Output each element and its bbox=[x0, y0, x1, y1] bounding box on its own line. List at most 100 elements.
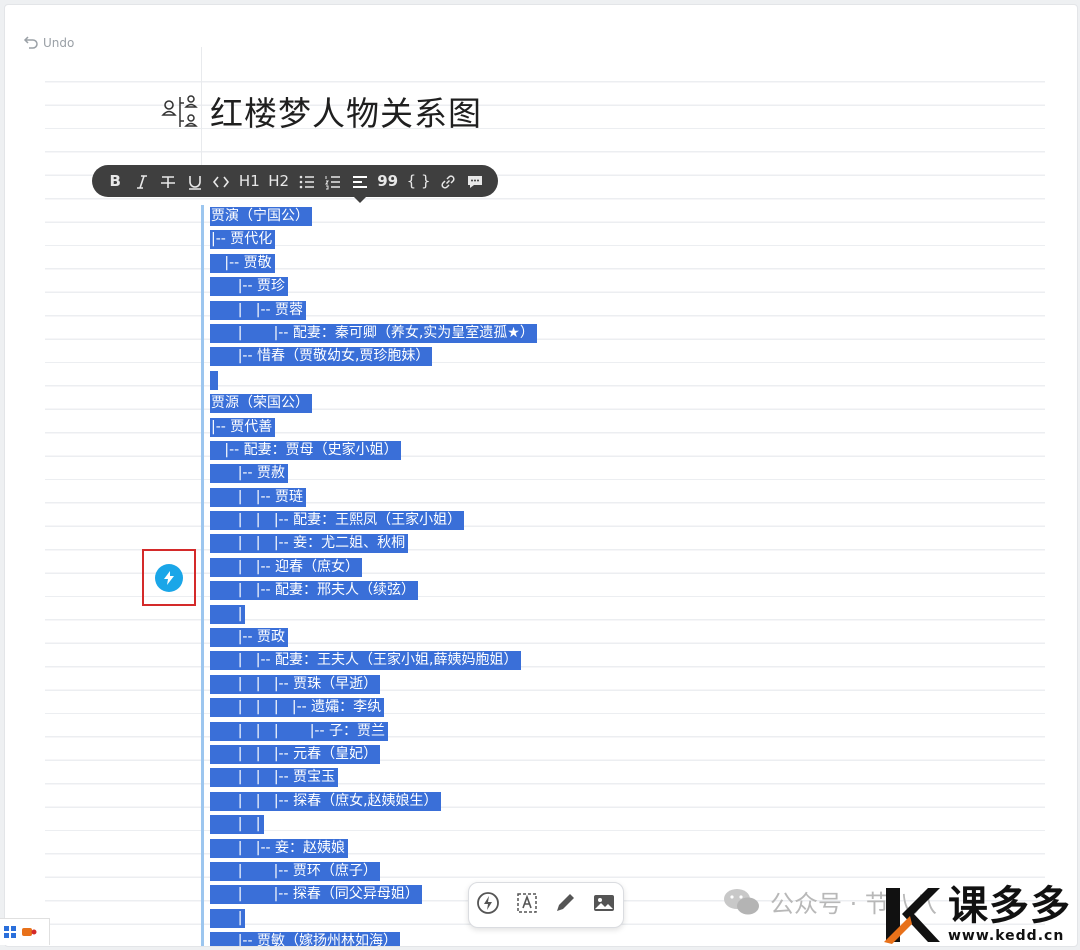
code-block-button[interactable]: { } bbox=[407, 165, 431, 197]
inline-code-button[interactable] bbox=[212, 165, 230, 197]
ai-action-button[interactable] bbox=[155, 563, 183, 592]
code-line[interactable]: |-- 贾代化 bbox=[210, 228, 537, 251]
align-button[interactable] bbox=[351, 165, 369, 197]
code-line[interactable]: | |-- 配妻：邢夫人（续弦） bbox=[210, 579, 537, 602]
code-line-text: | | bbox=[210, 815, 264, 835]
heading1-button[interactable]: H1 bbox=[239, 165, 260, 197]
logo-text: 课多多 www.kedd.cn bbox=[948, 884, 1071, 944]
insert-image-button[interactable] bbox=[592, 891, 616, 919]
code-line-text: | |-- 迎春（庶女） bbox=[210, 557, 363, 577]
italic-icon bbox=[136, 174, 147, 189]
app-launcher-icon[interactable] bbox=[21, 925, 37, 939]
logo-url: www.kedd.cn bbox=[948, 928, 1065, 944]
brand-logo: 课多多 www.kedd.cn bbox=[882, 884, 1080, 946]
underline-icon bbox=[188, 175, 201, 190]
bullet-list-icon bbox=[299, 175, 314, 188]
align-left-icon bbox=[352, 175, 367, 188]
code-line[interactable]: |-- 惜春（贾敬幼女,贾珍胞妹） bbox=[210, 345, 537, 368]
bold-button[interactable]: B bbox=[106, 165, 124, 197]
code-line-text: |-- 贾赦 bbox=[210, 464, 288, 484]
code-line[interactable]: |-- 贾敏（嫁扬州林如海） bbox=[210, 930, 537, 946]
code-line-text: | | |-- 贾宝玉 bbox=[210, 768, 339, 788]
numbered-list-icon bbox=[325, 175, 341, 189]
code-line[interactable]: |-- 贾政 bbox=[210, 626, 537, 649]
text-box-icon bbox=[517, 893, 537, 913]
code-line[interactable]: |-- 贾代善 bbox=[210, 416, 537, 439]
code-line-text: |-- 配妻：贾母（史家小姐） bbox=[210, 440, 401, 460]
code-icon bbox=[213, 176, 230, 187]
code-line[interactable]: | | bbox=[210, 813, 537, 836]
format-toolbar: B H1 H2 99 { } bbox=[92, 165, 498, 203]
code-line[interactable]: | | |-- 元春（皇妃） bbox=[210, 743, 537, 766]
lightning-circle-icon bbox=[477, 892, 500, 914]
code-line[interactable]: | |-- 贾蓉 bbox=[210, 299, 537, 322]
code-line-text: |-- 贾代化 bbox=[210, 230, 276, 250]
code-line[interactable]: | |-- 妾：赵姨娘 bbox=[210, 837, 537, 860]
code-line[interactable]: | | | |-- 遗孀：李纨 bbox=[210, 696, 537, 719]
code-line[interactable]: 贾源（荣国公） bbox=[210, 392, 537, 415]
code-line[interactable]: | | | |-- 子：贾兰 bbox=[210, 720, 537, 743]
undo-label: Undo bbox=[43, 36, 75, 50]
code-line[interactable]: |-- 配妻：贾母（史家小姐） bbox=[210, 439, 537, 462]
code-line[interactable]: | |-- 贾环（庶子） bbox=[210, 860, 537, 883]
code-line-text: |-- 惜春（贾敬幼女,贾珍胞妹） bbox=[210, 347, 433, 367]
undo-button[interactable]: Undo bbox=[23, 33, 74, 53]
code-line[interactable]: | |-- 贾琏 bbox=[210, 486, 537, 509]
numbered-list-button[interactable] bbox=[324, 165, 342, 197]
code-line-text: |-- 贾敬 bbox=[210, 253, 275, 273]
code-line[interactable]: | bbox=[210, 603, 537, 626]
code-line[interactable]: |-- 贾珍 bbox=[210, 275, 537, 298]
code-line-text: | |-- 妾：赵姨娘 bbox=[210, 838, 349, 858]
underline-button[interactable] bbox=[186, 165, 204, 197]
code-line-text: |-- 贾政 bbox=[210, 628, 288, 648]
page-header: 红楼梦人物关系图 bbox=[160, 89, 482, 133]
strikethrough-button[interactable] bbox=[159, 165, 177, 197]
code-block[interactable]: 贾演（宁国公） |-- 贾代化 |-- 贾敬 |-- 贾珍 | |-- 贾蓉 | … bbox=[210, 205, 537, 946]
org-chart-icon[interactable] bbox=[160, 91, 200, 131]
comment-button[interactable] bbox=[466, 165, 484, 197]
bullet-list-button[interactable] bbox=[298, 165, 316, 197]
ai-insert-button[interactable] bbox=[476, 891, 500, 919]
logo-name: 课多多 bbox=[948, 883, 1071, 929]
code-line[interactable]: | |-- 配妻：秦可卿（养女,实为皇室遗孤★） bbox=[210, 322, 537, 345]
heading2-button[interactable]: H2 bbox=[268, 165, 289, 197]
code-line[interactable]: | | |-- 探春（庶女,赵姨娘生） bbox=[210, 790, 537, 813]
code-line[interactable]: |-- 贾赦 bbox=[210, 462, 537, 485]
code-line[interactable]: | | |-- 贾珠（早逝） bbox=[210, 673, 537, 696]
code-line[interactable]: | | |-- 妾：尤二姐、秋桐 bbox=[210, 532, 537, 555]
page-title[interactable]: 红楼梦人物关系图 bbox=[210, 87, 482, 135]
comment-icon bbox=[467, 175, 482, 188]
link-icon bbox=[441, 174, 455, 189]
quote-button[interactable]: 99 bbox=[377, 165, 398, 197]
code-line[interactable] bbox=[210, 369, 537, 392]
draw-button[interactable] bbox=[553, 891, 577, 919]
link-button[interactable] bbox=[439, 165, 457, 197]
code-line-text: | | |-- 元春（皇妃） bbox=[210, 744, 381, 764]
code-line-text: | | |-- 妾：尤二姐、秋桐 bbox=[210, 534, 409, 554]
editor-window: Undo 红楼梦人物关系图 B H1 H2 99 { } 贾演（宁国公） |--… bbox=[4, 4, 1078, 947]
code-line-text: |-- 贾代善 bbox=[210, 417, 276, 437]
pen-icon bbox=[557, 894, 575, 911]
strikethrough-icon bbox=[161, 175, 176, 188]
code-block-bar bbox=[201, 205, 204, 946]
code-line[interactable]: | |-- 配妻：王夫人（王家小姐,薛姨妈胞姐） bbox=[210, 649, 537, 672]
taskbar-corner bbox=[0, 918, 50, 945]
code-line[interactable]: |-- 贾敬 bbox=[210, 252, 537, 275]
code-line-text: | |-- 配妻：王夫人（王家小姐,薛姨妈胞姐） bbox=[210, 651, 521, 671]
app-grid-icon[interactable] bbox=[3, 925, 17, 939]
code-line-text: | | |-- 探春（庶女,赵姨娘生） bbox=[210, 791, 441, 811]
code-line-text: | | | |-- 子：贾兰 bbox=[210, 721, 388, 741]
code-line[interactable]: | |-- 迎春（庶女） bbox=[210, 556, 537, 579]
text-box-button[interactable] bbox=[515, 891, 539, 919]
code-line-text: | |-- 配妻：秦可卿（养女,实为皇室遗孤★） bbox=[210, 323, 537, 343]
code-line[interactable]: | | |-- 配妻：王熙凤（王家小姐） bbox=[210, 509, 537, 532]
code-line-text: | | | |-- 遗孀：李纨 bbox=[210, 698, 385, 718]
italic-button[interactable] bbox=[133, 165, 151, 197]
code-line-text: | bbox=[210, 604, 246, 624]
code-line-text: | |-- 配妻：邢夫人（续弦） bbox=[210, 581, 419, 601]
code-line[interactable]: 贾演（宁国公） bbox=[210, 205, 537, 228]
code-line-text: | |-- 探春（同父异母姐） bbox=[210, 885, 422, 905]
code-line-text: |-- 贾敏（嫁扬州林如海） bbox=[210, 932, 400, 946]
code-line[interactable]: | | |-- 贾宝玉 bbox=[210, 766, 537, 789]
code-line-text: | | |-- 配妻：王熙凤（王家小姐） bbox=[210, 511, 465, 531]
